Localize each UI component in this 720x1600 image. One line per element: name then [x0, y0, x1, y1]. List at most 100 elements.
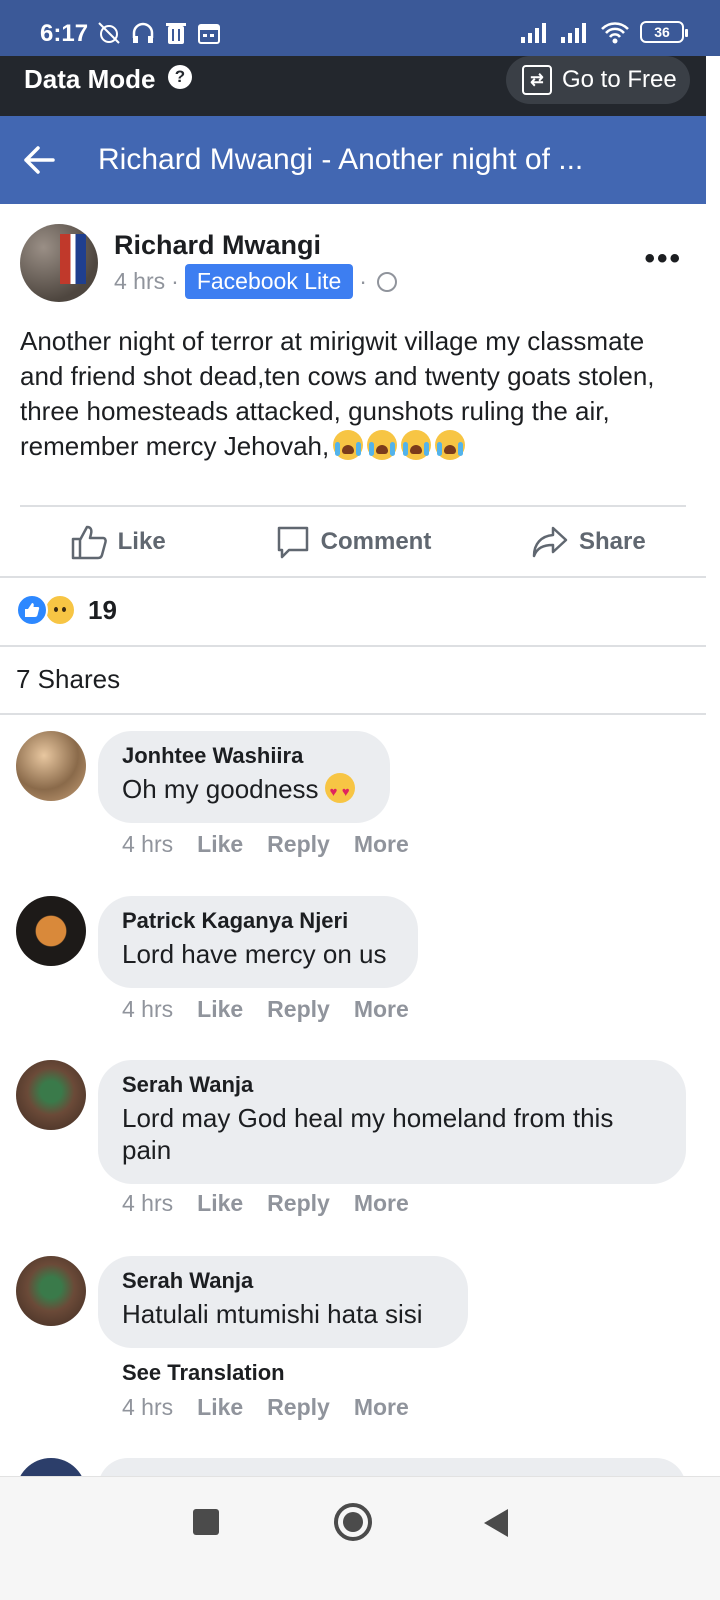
sad-reaction-icon [44, 594, 76, 626]
thumbs-up-icon [71, 525, 107, 560]
data-mode-bar: Data Mode ? ⇄ Go to Free [0, 56, 706, 116]
meta-separator: · [171, 268, 179, 294]
see-translation-link[interactable]: See Translation [122, 1360, 285, 1386]
commenter-name[interactable]: Patrick Kaganya Njeri [122, 908, 394, 934]
comment-more-button[interactable]: More [354, 996, 409, 1023]
crying-emoji-icon [401, 430, 432, 460]
post-text: Another night of terror at mirigwit vill… [20, 324, 680, 464]
comment-reply-button[interactable]: Reply [267, 1394, 330, 1421]
divider [20, 505, 686, 507]
reactions-summary[interactable]: 19 [16, 594, 117, 626]
comment-like-button[interactable]: Like [197, 1190, 243, 1217]
comment-bubble: Patrick Kaganya Njeri Lord have mercy on… [98, 896, 418, 988]
comment-time: 4 hrs [122, 831, 174, 857]
commenter-name[interactable]: Serah Wanja [122, 1072, 662, 1098]
share-button[interactable]: Share [471, 508, 706, 576]
back-arrow-icon [24, 146, 55, 174]
status-icons-left [96, 20, 222, 46]
comment-text: Hatulali mtumishi hata sisi [122, 1299, 423, 1329]
reaction-count: 19 [88, 594, 117, 625]
battery-icon: 36 [640, 21, 688, 43]
comment-bubble [98, 1458, 686, 1476]
comment-text: Lord have mercy on us [122, 939, 387, 969]
crying-emoji-icon [333, 430, 364, 460]
comment-more-button[interactable]: More [354, 1190, 409, 1217]
comment-text: Oh my goodness [122, 773, 366, 808]
comment-meta: 4 hrs Like Reply More [122, 1190, 409, 1217]
comment-bubble: Serah Wanja Lord may God heal my homelan… [98, 1060, 686, 1184]
comment-label: Comment [320, 528, 432, 555]
commenter-avatar[interactable] [16, 1060, 86, 1130]
divider [0, 645, 706, 647]
comment-button[interactable]: Comment [235, 508, 470, 576]
go-to-free-button[interactable]: ⇄ Go to Free [506, 56, 690, 104]
author-avatar[interactable] [20, 224, 98, 302]
comment-like-button[interactable]: Like [197, 996, 243, 1023]
share-arrow-icon [532, 526, 568, 558]
comment-like-button[interactable]: Like [197, 1394, 243, 1421]
crying-emoji-icon [367, 430, 398, 460]
comment-more-button[interactable]: More [354, 831, 409, 858]
thumbs-up-icon [25, 603, 40, 617]
commenter-avatar[interactable] [16, 896, 86, 966]
crying-emoji-icon [435, 430, 466, 460]
author-name[interactable]: Richard Mwangi [114, 230, 321, 261]
trash-icon [166, 23, 186, 44]
shares-count[interactable]: 7 Shares [16, 664, 120, 695]
commenter-avatar[interactable] [16, 1458, 86, 1476]
signal-icon [561, 23, 586, 43]
heart-eyes-emoji-icon [324, 773, 355, 808]
comment-meta: 4 hrs Like Reply More [122, 996, 409, 1023]
comment-reply-button[interactable]: Reply [267, 996, 330, 1023]
comment-time: 4 hrs [122, 1190, 174, 1216]
status-bar: 6:17 36 [0, 0, 720, 56]
post-time: 4 hrs [114, 268, 166, 294]
system-nav-bar [0, 1476, 720, 1600]
post-meta: 4 hrs · Facebook Lite · [114, 264, 397, 299]
status-icons-right: 36 [520, 20, 688, 44]
comment-time: 4 hrs [122, 996, 174, 1022]
calendar-icon [198, 24, 220, 44]
share-label: Share [578, 528, 646, 555]
app-header: Richard Mwangi - Another night of ... [0, 116, 706, 204]
commenter-name[interactable]: Serah Wanja [122, 1268, 444, 1294]
flag-graphic [60, 234, 86, 284]
commenter-avatar[interactable] [16, 1256, 86, 1326]
page-title: Richard Mwangi - Another night of ... [98, 143, 584, 176]
comment-more-button[interactable]: More [354, 1394, 409, 1421]
globe-icon [376, 271, 397, 292]
swap-icon: ⇄ [522, 65, 552, 95]
comment-reply-button[interactable]: Reply [267, 1190, 330, 1217]
comment-icon [277, 526, 308, 559]
help-icon[interactable]: ? [168, 65, 192, 89]
status-time: 6:17 [40, 20, 89, 47]
signal-icon [521, 23, 546, 43]
go-to-free-label: Go to Free [562, 66, 677, 93]
comment-reply-button[interactable]: Reply [267, 831, 330, 858]
post-header: Richard Mwangi 4 hrs · Facebook Lite · •… [20, 224, 690, 304]
comment-like-button[interactable]: Like [197, 831, 243, 858]
wifi-icon [601, 22, 629, 44]
comment-body: Oh my goodness [122, 774, 319, 804]
back-triangle-icon[interactable] [484, 1509, 508, 1537]
recents-icon[interactable] [193, 1509, 219, 1535]
like-reaction-icon [16, 594, 48, 626]
comment-meta: 4 hrs Like Reply More [122, 1394, 409, 1421]
like-button[interactable]: Like [0, 508, 235, 576]
divider [0, 576, 706, 578]
home-icon[interactable] [334, 1503, 372, 1541]
like-label: Like [117, 528, 166, 555]
commenter-name[interactable]: Jonhtee Washiira [122, 743, 366, 769]
commenter-avatar[interactable] [16, 731, 86, 801]
post-more-button[interactable]: ••• [644, 242, 682, 276]
post-actions: Like Comment Share [0, 508, 706, 576]
comment-time: 4 hrs [122, 1394, 174, 1420]
headset-icon [132, 22, 154, 43]
alarm-off-icon [98, 22, 120, 44]
meta-separator: · [359, 268, 367, 294]
comment-meta: 4 hrs Like Reply More [122, 831, 409, 858]
comment-bubble: Jonhtee Washiira Oh my goodness [98, 731, 390, 823]
partial-comment [0, 1456, 706, 1476]
data-mode-label: Data Mode [24, 64, 156, 94]
back-button[interactable] [0, 116, 78, 204]
